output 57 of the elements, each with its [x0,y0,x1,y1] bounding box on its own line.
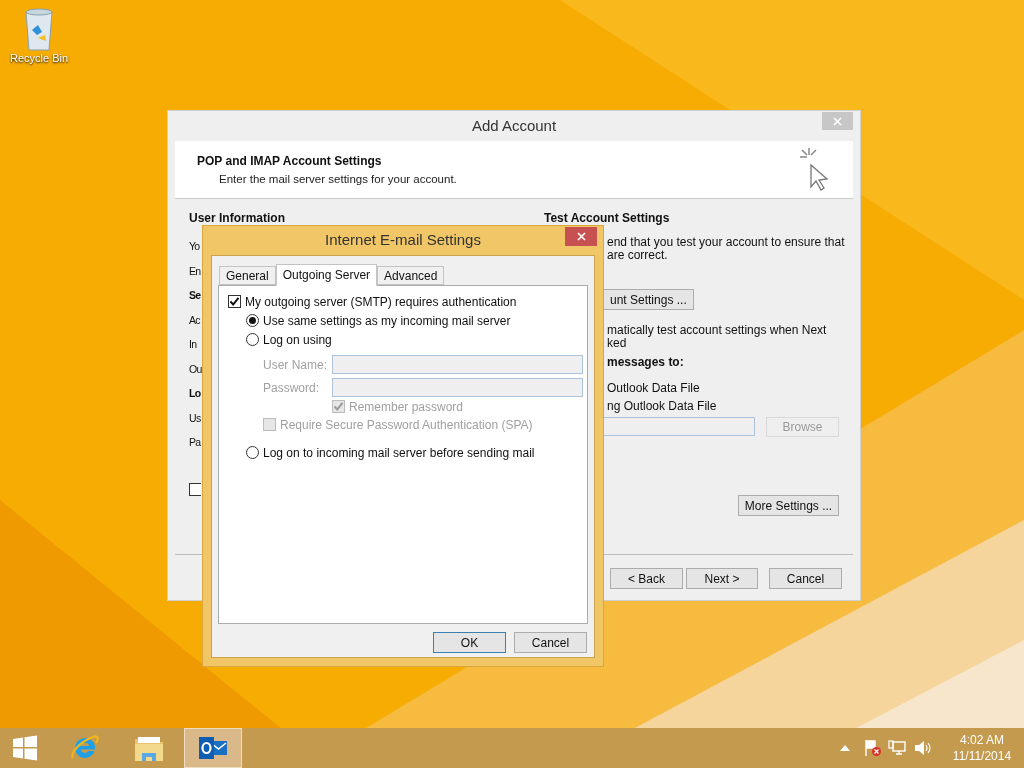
description-text: are correct. [607,249,668,262]
group-heading: messages to: [607,356,684,369]
desktop-icon-label: Recycle Bin [9,52,69,66]
field-label: Pa [189,437,201,450]
group-heading: Se [189,290,201,303]
checkbox[interactable] [189,482,201,496]
network-icon[interactable] [888,740,906,756]
radio-button[interactable] [246,314,259,327]
checkbox-label: Remember password [349,398,464,416]
checkbox-label: Require Secure Password Authentication (SPA) [280,416,533,434]
taskbar-app[interactable] [184,728,242,768]
option-text: ked [607,337,627,350]
checkbox-label: My outgoing server (SMTP) requires authentication [245,293,517,311]
more-settings-button[interactable]: More Settings ... [738,495,839,516]
radio-label: Use same settings as my incoming mail server [263,312,511,330]
section-heading: POP and IMAP Account Settings [197,153,383,170]
radio-label: Log on to incoming mail server before sending mail [263,444,535,462]
field-label: Yo [189,241,200,254]
flag-icon[interactable] [864,739,882,757]
mail-app-icon [198,735,228,761]
field-label: User Name: [263,356,328,374]
window-title: Internet E-mail Settings [325,230,481,251]
dialog-button[interactable]: < Back [610,568,683,589]
radio-button[interactable] [246,333,259,346]
field-label: Ou [189,363,202,377]
tab[interactable]: Outgoing Server [275,264,378,286]
windows-logo-icon [12,735,38,761]
close-button[interactable] [565,227,597,246]
field-label: Password: [263,379,321,397]
group-heading: Lo [189,388,201,401]
group-heading: Test Account Settings [544,212,670,227]
tab[interactable]: Advanced [377,266,445,285]
speaker-icon[interactable] [914,740,932,756]
checkbox[interactable] [228,295,241,308]
recycle-bin-icon[interactable] [22,6,56,52]
dialog-button[interactable]: Cancel [769,568,842,589]
field-label: Us [189,412,201,426]
section-subheading: Enter the mail server settings for your account. [218,172,457,187]
tab[interactable]: General [219,266,276,285]
option-text: ng Outlook Data File [607,400,717,413]
field-label: En [189,265,201,279]
dialog-button[interactable]: OK [433,632,506,653]
group-heading: User Information [189,212,285,227]
field-label: In [189,339,197,352]
window-title: Add Account [471,115,557,136]
option-text: matically test account settings when Next [607,324,827,337]
radio-label: Log on using [263,331,332,349]
radio-button[interactable] [246,446,259,459]
dialog-button[interactable]: Next > [686,568,758,589]
description-text: end that you test your account to ensure that [607,236,845,249]
dialog-button[interactable]: Cancel [514,632,587,653]
close-icon [576,232,586,241]
field-label: Ac [189,314,200,328]
cursor-click-icon [797,145,831,193]
option-text: Outlook Data File [607,382,700,395]
close-icon [833,116,842,126]
show-hidden-icons-icon[interactable] [840,745,850,751]
